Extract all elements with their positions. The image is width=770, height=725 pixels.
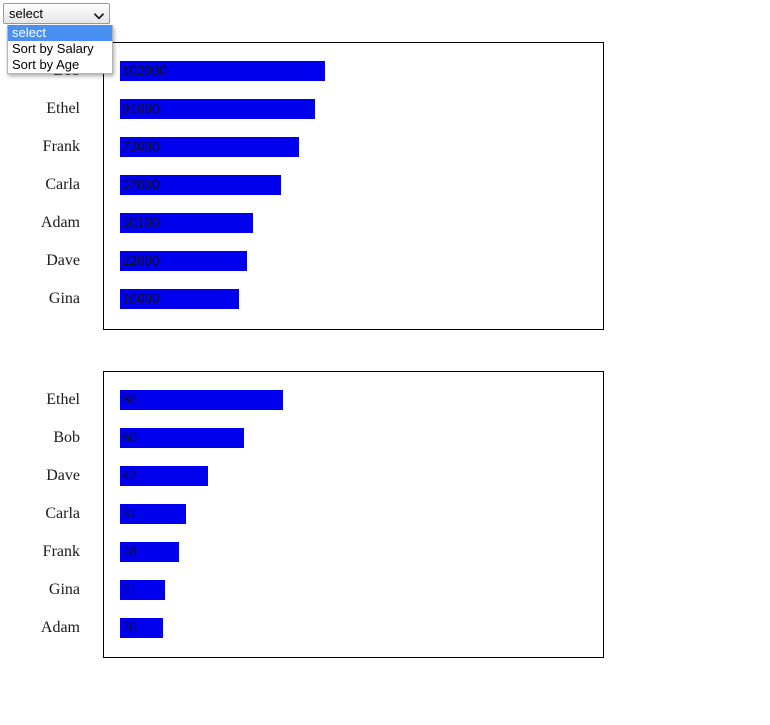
sort-select-dropdown[interactable]: select Sort by Salary Sort by Age xyxy=(7,25,113,74)
bar-row: 91000 xyxy=(120,99,315,119)
category-label: Carla xyxy=(45,176,80,193)
category-label: Gina xyxy=(48,581,80,598)
bar-row: 60 xyxy=(120,428,244,448)
bar-value-label: 102000 xyxy=(122,63,167,79)
chevron-down-icon xyxy=(93,8,105,20)
category-label: Ethel xyxy=(46,100,80,117)
category-label: Gina xyxy=(48,290,80,307)
category-label: Dave xyxy=(46,467,80,484)
bar-row: 20 xyxy=(120,618,163,638)
category-label: Frank xyxy=(42,543,80,560)
category-label: Bob xyxy=(53,429,80,446)
bar-value-label: 20 xyxy=(122,620,137,636)
bar-value-label: 28 xyxy=(122,544,137,560)
sort-option-age[interactable]: Sort by Age xyxy=(8,57,112,73)
bar-value-label: 91000 xyxy=(122,101,160,117)
bar-row: 57000 xyxy=(120,175,281,195)
sort-select-value: select xyxy=(9,6,43,21)
bar-row: 80 xyxy=(120,390,283,410)
bar-value-label: 42 xyxy=(122,468,137,484)
bar-value-label: 16000 xyxy=(122,291,160,307)
bar-value-label: 30100 xyxy=(122,215,160,231)
bar-row: 102000 xyxy=(120,61,325,81)
bar-value-label: 80 xyxy=(122,392,137,408)
bar-row: 42 xyxy=(120,466,208,486)
bar-value-label: 21 xyxy=(122,582,137,598)
sort-option-select[interactable]: select xyxy=(8,25,112,41)
category-label: Dave xyxy=(46,252,80,269)
bar-value-label: 31 xyxy=(122,506,137,522)
bar-row: 16000 xyxy=(120,289,239,309)
sort-select[interactable]: select xyxy=(3,3,110,24)
bar xyxy=(120,428,244,448)
bar-row: 22000 xyxy=(120,251,247,271)
bar-row: 28 xyxy=(120,542,179,562)
bar-row: 21 xyxy=(120,580,165,600)
bar-value-label: 60 xyxy=(122,430,137,446)
category-label: Ethel xyxy=(46,391,80,408)
bar-row: 73000 xyxy=(120,137,299,157)
sort-option-salary[interactable]: Sort by Salary xyxy=(8,41,112,57)
category-label: Adam xyxy=(40,214,80,231)
category-label: Frank xyxy=(42,138,80,155)
bar-value-label: 22000 xyxy=(122,253,160,269)
bar-value-label: 57000 xyxy=(122,177,160,193)
sort-select-container[interactable]: select select Sort by Salary Sort by Age xyxy=(3,3,113,74)
bar-row: 31 xyxy=(120,504,186,524)
bar-value-label: 73000 xyxy=(122,139,160,155)
category-label: Carla xyxy=(45,505,80,522)
category-label: Adam xyxy=(40,619,80,636)
bar-row: 30100 xyxy=(120,213,253,233)
bar xyxy=(120,390,283,410)
